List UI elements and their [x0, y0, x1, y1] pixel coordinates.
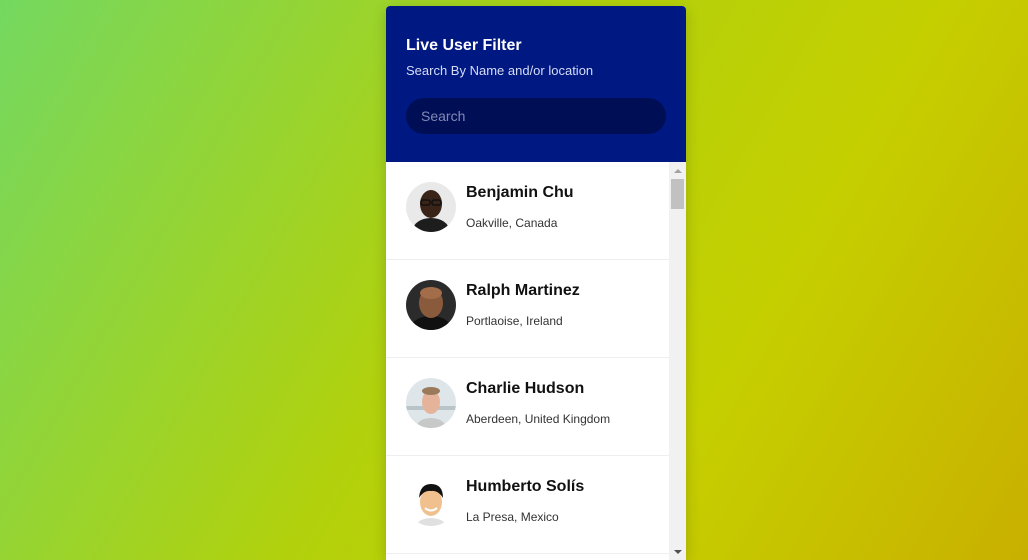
- avatar: [406, 280, 456, 330]
- user-location: Aberdeen, United Kingdom: [466, 412, 611, 426]
- user-name: Humberto Solís: [466, 478, 585, 495]
- search-input[interactable]: [406, 98, 666, 134]
- avatar: [406, 476, 456, 526]
- user-name: Charlie Hudson: [466, 380, 585, 397]
- avatar: [406, 182, 456, 232]
- page-subtitle: Search By Name and/or location: [406, 63, 594, 78]
- list-item[interactable]: Benjamin Chu Oakville, Canada: [386, 162, 669, 260]
- list-item[interactable]: Charlie Hudson Aberdeen, United Kingdom: [386, 358, 669, 456]
- scroll-up-icon[interactable]: [669, 162, 686, 179]
- list-item[interactable]: Humberto Solís La Presa, Mexico: [386, 456, 669, 554]
- user-location: Oakville, Canada: [466, 216, 558, 230]
- page-title: Live User Filter: [406, 37, 522, 54]
- user-location: La Presa, Mexico: [466, 510, 559, 524]
- scrollbar[interactable]: [669, 162, 686, 560]
- scroll-down-icon[interactable]: [669, 543, 686, 560]
- list-item[interactable]: Ralph Martinez Portlaoise, Ireland: [386, 260, 669, 358]
- header: Live User Filter Search By Name and/or l…: [386, 6, 686, 162]
- user-location: Portlaoise, Ireland: [466, 314, 563, 328]
- user-name: Ralph Martinez: [466, 282, 580, 299]
- scrollbar-thumb[interactable]: [671, 179, 684, 209]
- user-name: Benjamin Chu: [466, 184, 574, 201]
- avatar: [406, 378, 456, 428]
- user-list: Benjamin Chu Oakville, Canada Ralph Mart…: [386, 162, 669, 560]
- user-filter-card: Live User Filter Search By Name and/or l…: [386, 6, 686, 560]
